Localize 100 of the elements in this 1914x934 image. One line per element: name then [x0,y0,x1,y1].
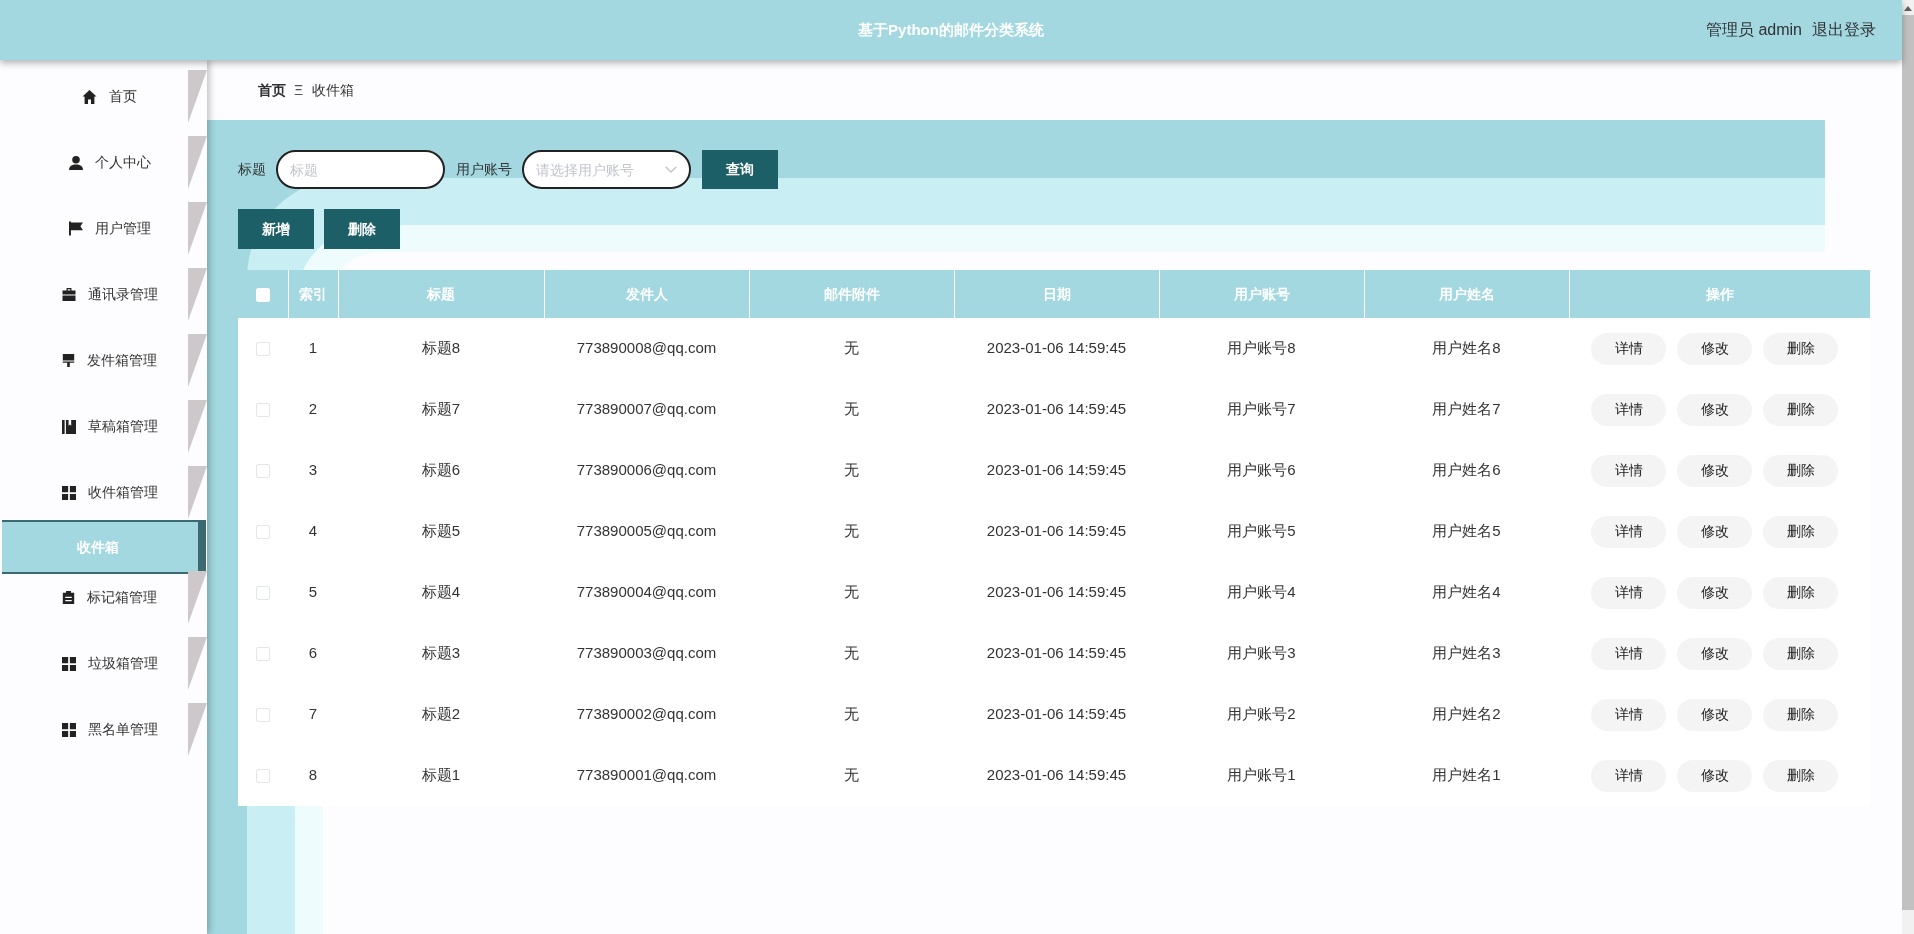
table-cell-text: 标题5 [420,521,462,542]
table-cell-text: 标题6 [420,460,462,481]
edit-button[interactable]: 修改 [1677,759,1752,792]
search-button[interactable]: 查询 [702,150,778,189]
column-header: 索引 [288,270,338,318]
table-cell-text: 2023-01-06 14:59:45 [985,765,1128,786]
row-checkbox[interactable] [256,464,270,479]
table-cell-text: 2023-01-06 14:59:45 [985,460,1128,481]
table-cell-text: 用户姓名5 [1431,521,1502,542]
details-button[interactable]: 详情 [1591,637,1666,670]
grid-icon [61,722,76,737]
table-cell-text: 无 [843,704,860,725]
edit-button[interactable]: 修改 [1677,332,1752,365]
delete-button[interactable]: 删除 [1763,332,1838,365]
table-cell-text: 2023-01-06 14:59:45 [985,399,1128,420]
column-header: 用户账号 [1159,270,1364,318]
table-cell: 4 [288,501,338,562]
table-cell-text: 无 [843,521,860,542]
delete-button[interactable]: 删除 [1763,698,1838,731]
corner-triangle-icon [188,268,207,321]
row-checkbox[interactable] [256,525,270,540]
details-button[interactable]: 详情 [1591,393,1666,426]
sidebar-item[interactable]: 首页 [0,70,188,123]
delete-button[interactable]: 删除 [1763,393,1838,426]
sidebar-item[interactable]: 通讯录管理 [0,268,188,321]
delete-button[interactable]: 删除 [1763,454,1838,487]
table-cell: 6 [288,623,338,684]
corner-triangle-icon [188,466,207,519]
row-checkbox[interactable] [256,647,270,662]
add-button[interactable]: 新增 [238,209,314,249]
column-header: 用户姓名 [1364,270,1569,318]
corner-triangle-icon [188,400,207,453]
logout-link[interactable]: 退出登录 [1812,18,1876,42]
delete-button[interactable]: 删除 [324,209,400,249]
table-cell: 用户账号8 [1159,318,1364,379]
sidebar-item[interactable]: 垃圾箱管理 [0,637,188,690]
sidebar-item[interactable]: 草稿箱管理 [0,400,188,453]
table-cell-text: 用户账号6 [1226,460,1297,481]
user-account-select[interactable]: 请选择用户账号 [522,150,691,189]
edit-button[interactable]: 修改 [1677,454,1752,487]
table-cell-text: 无 [843,399,860,420]
corner-triangle-icon [188,571,207,624]
row-checkbox[interactable] [256,403,270,418]
table-cell-text: 标题4 [420,582,462,603]
edit-button[interactable]: 修改 [1677,698,1752,731]
sidebar-item[interactable]: 收件箱管理 [0,466,188,519]
paint-brush-icon [62,353,75,368]
details-button[interactable]: 详情 [1591,515,1666,548]
delete-button[interactable]: 删除 [1763,637,1838,670]
edit-button[interactable]: 修改 [1677,515,1752,548]
corner-triangle-icon [188,334,207,387]
row-checkbox[interactable] [256,769,270,784]
sidebar-item[interactable]: 个人中心 [0,136,188,189]
select-all-checkbox[interactable] [255,287,270,302]
table-cell: 5 [288,562,338,623]
row-checkbox[interactable] [256,708,270,723]
corner-triangle-icon [188,637,207,690]
details-button[interactable]: 详情 [1591,759,1666,792]
delete-button[interactable]: 删除 [1763,759,1838,792]
delete-button[interactable]: 删除 [1763,515,1838,548]
table-cell-text: 用户姓名7 [1431,399,1502,420]
sidebar-item[interactable]: 黑名单管理 [0,703,188,756]
row-checkbox[interactable] [256,586,270,601]
table-cell-text: 用户姓名6 [1431,460,1502,481]
table-cell: 2 [288,379,338,440]
table-cell-text: 用户账号4 [1226,582,1297,603]
breadcrumb-link[interactable]: 首页 [258,79,286,101]
details-button[interactable]: 详情 [1591,698,1666,731]
row-checkbox[interactable] [256,342,270,357]
table-cell-text: 标题1 [420,765,462,786]
user-icon [68,155,83,170]
edit-button[interactable]: 修改 [1677,393,1752,426]
edit-button[interactable]: 修改 [1677,637,1752,670]
table-cell-text: 用户账号1 [1226,765,1297,786]
title-input[interactable]: 标题 [276,150,445,189]
table-cell-text: 773890004@qq.com [575,582,718,603]
table-cell: 无 [749,318,954,379]
column-header: 日期 [954,270,1159,318]
edit-button[interactable]: 修改 [1677,576,1752,609]
grid-icon [61,485,76,500]
chevron-down-icon [665,166,677,173]
table-cell: 8 [288,745,338,806]
sidebar-item[interactable]: 发件箱管理 [0,334,188,387]
scrollbar-thumb[interactable] [1902,15,1914,910]
corner-triangle-icon [188,703,207,756]
details-button[interactable]: 详情 [1591,454,1666,487]
corner-triangle-icon [188,202,207,255]
table-cell: 773890008@qq.com [544,318,749,379]
scroll-up-arrow-icon[interactable] [1904,6,1912,11]
table-cell: 7 [288,684,338,745]
sidebar-item[interactable]: 标记箱管理 [0,571,188,624]
app-title: 基于Python的邮件分类系统 [858,19,1044,40]
home-icon [82,89,97,104]
corner-triangle-icon [188,70,207,123]
details-button[interactable]: 详情 [1591,576,1666,609]
table-cell-text: 用户姓名4 [1431,582,1502,603]
delete-button[interactable]: 删除 [1763,576,1838,609]
sidebar-item[interactable]: 用户管理 [0,202,188,255]
column-header: 发件人 [544,270,749,318]
details-button[interactable]: 详情 [1591,332,1666,365]
